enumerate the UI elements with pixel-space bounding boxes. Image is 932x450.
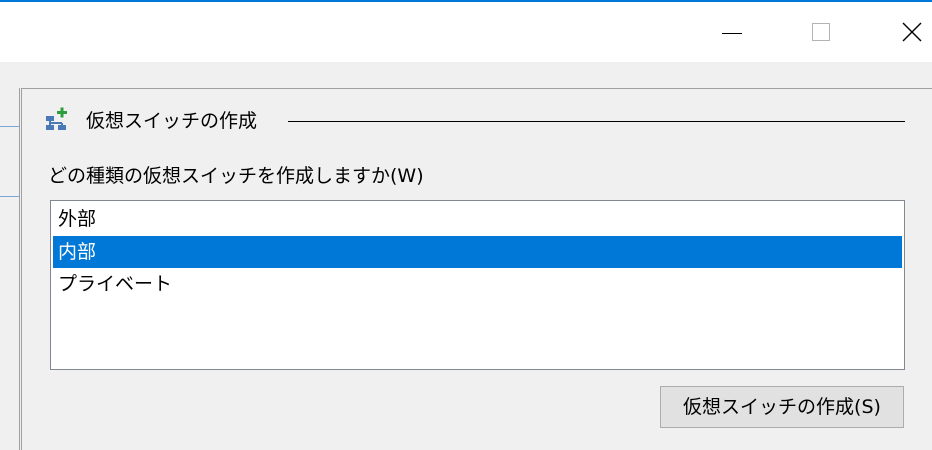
network-add-icon	[46, 107, 67, 130]
section-title: 仮想スイッチの作成	[86, 109, 258, 132]
switch-type-private[interactable]: プライベート	[53, 268, 902, 300]
left-navigation-pane	[0, 88, 20, 450]
nav-divider	[0, 196, 20, 197]
switch-type-external[interactable]: 外部	[53, 203, 902, 235]
create-virtual-switch-panel: 仮想スイッチの作成 どの種類の仮想スイッチを作成しますか(W) 外部 内部 プラ…	[21, 88, 932, 450]
close-button[interactable]	[880, 2, 932, 62]
maximize-button[interactable]	[790, 2, 854, 62]
minimize-button[interactable]	[700, 2, 764, 62]
section-header: 仮想スイッチの作成	[44, 105, 257, 133]
maximize-icon	[812, 23, 830, 41]
close-icon	[902, 22, 922, 42]
switch-type-internal[interactable]: 内部	[53, 236, 902, 268]
switch-type-question: どの種類の仮想スイッチを作成しますか(W)	[48, 165, 424, 187]
section-divider	[288, 121, 905, 122]
minimize-icon	[722, 33, 742, 34]
window-titlebar	[0, 0, 932, 62]
nav-divider	[0, 126, 20, 127]
switch-type-listbox[interactable]: 外部 内部 プライベート	[50, 200, 905, 370]
create-virtual-switch-button[interactable]: 仮想スイッチの作成(S)	[660, 386, 904, 428]
